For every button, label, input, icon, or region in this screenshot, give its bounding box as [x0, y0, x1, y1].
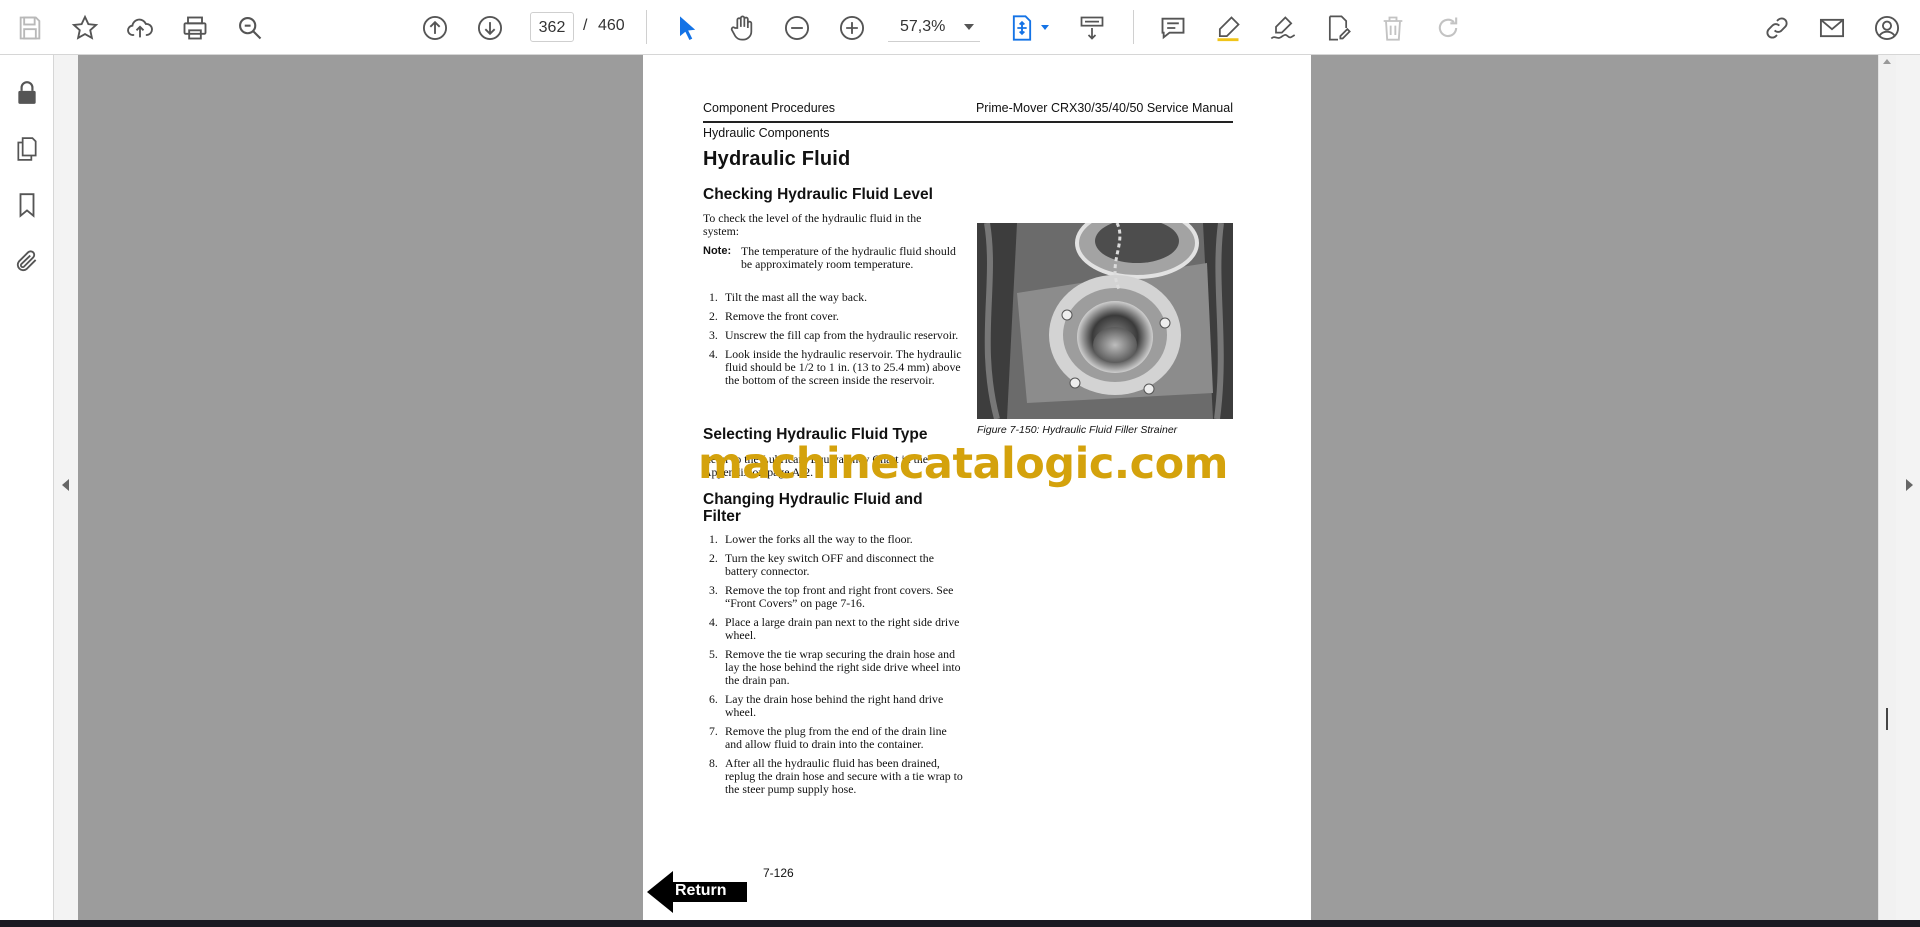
list-item: 6. Lay the drain hose behind the right ha… [709, 692, 944, 719]
list-item: 4. Look inside the hydraulic reservoir. T… [709, 347, 962, 387]
delete-trash-icon[interactable] [1373, 8, 1413, 48]
list-item: 2. Remove the front cover. [709, 309, 839, 323]
scroll-up-arrow-icon[interactable] [1883, 59, 1891, 64]
section-heading-checking: Checking Hydraulic Fluid Level [703, 186, 933, 203]
save-icon[interactable] [10, 8, 50, 48]
print-icon[interactable] [175, 8, 215, 48]
email-icon[interactable] [1812, 8, 1852, 48]
taskbar-strip [0, 920, 1920, 927]
page-fit-icon[interactable] [1002, 8, 1042, 48]
page-thumbnails-icon[interactable] [11, 133, 43, 165]
list-item: 2. Turn the key switch OFF and disconnect… [709, 551, 934, 578]
chevron-down-icon[interactable] [1041, 25, 1049, 30]
zoom-in-icon[interactable] [832, 8, 872, 48]
list-item: 1. Tilt the mast all the way back. [709, 290, 868, 304]
figure-photo-filler-strainer [977, 223, 1233, 419]
list-item: 5. Remove the tie wrap securing the drain… [709, 647, 961, 687]
highlight-pen-icon[interactable] [1208, 8, 1248, 48]
list-item: 1. Lower the forks all the way to the flo… [709, 532, 913, 546]
return-button[interactable]: Return [647, 869, 747, 915]
list-item: 8. After all the hydraulic fluid has been… [709, 756, 963, 796]
changing-steps-list: 1. Lower the forks all the way to the flo… [703, 533, 963, 796]
account-icon[interactable] [1867, 8, 1907, 48]
zoom-out-icon[interactable] [777, 8, 817, 48]
page-number-input[interactable]: 362 [530, 12, 574, 42]
zoom-level-value: 57,3% [900, 18, 946, 35]
scrollbar-thumb[interactable] [1886, 708, 1888, 730]
select-cursor-icon[interactable] [667, 8, 707, 48]
total-pages: 460 [598, 17, 625, 34]
main-toolbar: 362 / 460 57,3% [0, 0, 1920, 55]
header-rule [703, 121, 1233, 123]
bookmarks-icon[interactable] [11, 189, 43, 221]
draw-signature-icon[interactable] [1263, 8, 1303, 48]
list-item: 7. Remove the plug from the end of the dr… [709, 724, 947, 751]
next-page-icon[interactable] [470, 8, 510, 48]
previous-page-icon[interactable] [415, 8, 455, 48]
list-item: 3. Unscrew the fill cap from the hydrauli… [709, 328, 959, 342]
share-link-icon[interactable] [1757, 8, 1797, 48]
lock-icon[interactable] [11, 77, 43, 109]
figure-caption: Figure 7-150: Hydraulic Fluid Filler Str… [977, 424, 1178, 436]
page-number: 7-126 [763, 866, 794, 880]
chevron-left-icon [62, 479, 69, 491]
hand-tool-icon[interactable] [722, 8, 762, 48]
note-text: The temperature of the hydraulic fluid s… [741, 244, 956, 271]
checking-steps-list: 1. Tilt the mast all the way back. 2. Remo… [703, 291, 963, 387]
page-separator: / [583, 17, 588, 34]
watermark: machinecatalogic.com [698, 439, 1228, 489]
list-item: 4. Place a large drain pan next to the ri… [709, 615, 960, 642]
left-sidebar [0, 55, 54, 920]
search-icon[interactable] [230, 8, 270, 48]
note-label: Note: [703, 245, 732, 257]
section-heading-changing: Changing Hydraulic Fluid and Filter [703, 491, 923, 525]
subheader: Hydraulic Components [703, 126, 830, 140]
attachments-paperclip-icon[interactable] [11, 245, 43, 277]
header-left: Component Procedures [703, 101, 836, 115]
bookmark-star-icon[interactable] [65, 8, 105, 48]
rotate-redo-icon[interactable] [1428, 8, 1468, 48]
list-item: 3. Remove the top front and right front c… [709, 583, 954, 610]
cloud-upload-icon[interactable] [120, 8, 160, 48]
note-block: Note: The temperature of the hydraulic f… [703, 245, 958, 285]
toolbar-divider [646, 10, 647, 44]
header-right: Prime-Mover CRX30/35/40/50 Service Manua… [975, 101, 1233, 115]
zoom-level-select[interactable]: 57,3% [888, 12, 980, 42]
left-panel-collapse-handle[interactable] [54, 55, 78, 920]
comment-icon[interactable] [1153, 8, 1193, 48]
chevron-down-icon [964, 24, 974, 30]
vertical-scrollbar[interactable] [1878, 55, 1896, 920]
section-intro: To check the level of the hydraulic flui… [703, 211, 922, 238]
scroll-mode-icon[interactable] [1072, 8, 1112, 48]
edit-document-icon[interactable] [1318, 8, 1358, 48]
return-label: Return [675, 882, 727, 899]
pdf-page: Component Procedures Prime-Mover CRX30/3… [643, 55, 1311, 920]
page-title: Hydraulic Fluid [703, 148, 851, 170]
chevron-right-icon [1906, 479, 1913, 491]
toolbar-divider [1133, 10, 1134, 44]
